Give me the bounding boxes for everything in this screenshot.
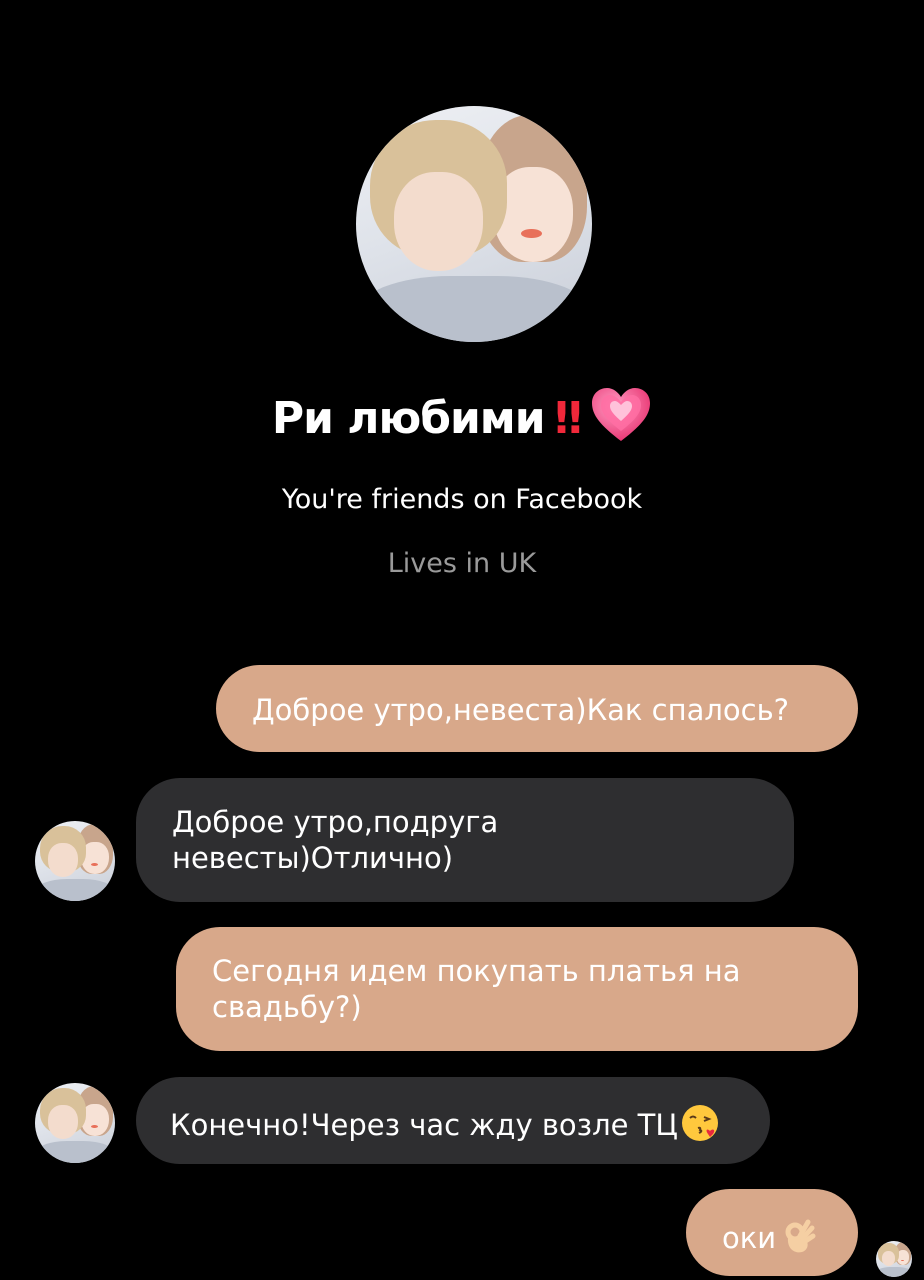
avatar[interactable]	[35, 821, 115, 901]
profile-photo[interactable]	[356, 106, 592, 342]
message-text-line-2: свадьбу?)	[212, 990, 362, 1024]
profile-name-text: Ри любими	[271, 393, 546, 444]
growing-heart-icon	[590, 387, 652, 443]
avatar-image	[35, 821, 115, 901]
avatar-image	[35, 1083, 115, 1163]
message-text: Конечно!Через час жду возле ТЦ	[170, 1108, 678, 1142]
message-bubble-received[interactable]: Доброе утро,подруга невесты)Отлично)	[136, 778, 794, 902]
message-text: Доброе утро,невеста)Как спалось?	[252, 693, 790, 727]
face-blowing-a-kiss-icon	[680, 1103, 720, 1143]
profile-photo-image	[356, 106, 592, 342]
message-text-line-1: Доброе утро,подруга	[172, 805, 499, 839]
message-bubble-sent[interactable]: оки	[686, 1189, 858, 1276]
profile-name: Ри любими ‼	[0, 384, 924, 454]
message-bubble-sent[interactable]: Доброе утро,невеста)Как спалось?	[216, 665, 858, 752]
double-exclamation-icon: ‼	[554, 393, 582, 444]
message-bubble-received[interactable]: Конечно!Через час жду возле ТЦ	[136, 1077, 770, 1164]
read-receipt-avatar	[876, 1241, 912, 1277]
location-info: Lives in UK	[387, 548, 537, 579]
ok-hand-icon	[778, 1216, 818, 1256]
message-text: оки	[722, 1221, 777, 1255]
message-bubble-sent[interactable]: Сегодня идем покупать платья на свадьбу?…	[176, 927, 858, 1051]
friends-status: You're friends on Facebook	[281, 484, 643, 515]
message-text-line-1: Сегодня идем покупать платья на	[212, 954, 741, 988]
read-receipt-image	[876, 1241, 912, 1277]
message-text-line-2: невесты)Отлично)	[172, 841, 454, 875]
avatar[interactable]	[35, 1083, 115, 1163]
